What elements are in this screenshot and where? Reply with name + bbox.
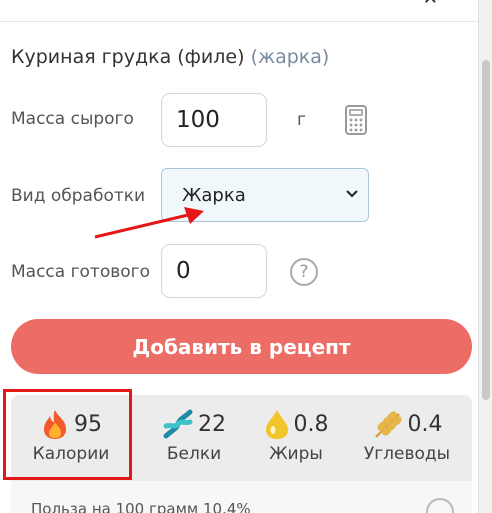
chevron-down-icon bbox=[346, 190, 358, 198]
nutrient-fats: 0.8 Жиры bbox=[251, 407, 341, 464]
help-icon[interactable] bbox=[426, 498, 454, 513]
red-arrow-annotation bbox=[94, 207, 204, 239]
nutrient-proteins: 22 Белки bbox=[139, 407, 249, 464]
wheat-icon bbox=[374, 411, 402, 438]
help-icon[interactable]: ? bbox=[290, 258, 318, 286]
nutrient-value: 0.4 bbox=[407, 411, 443, 437]
cooked-mass-label: Масса готового bbox=[11, 262, 150, 282]
nutrient-carbs: 0.4 Углеводы bbox=[343, 407, 471, 464]
product-name: Куриная грудка (филе) bbox=[11, 46, 245, 68]
benefit-text: Польза на 100 грамм 10.4% bbox=[31, 500, 251, 513]
raw-mass-unit: г bbox=[297, 110, 306, 130]
close-icon[interactable]: ✕ bbox=[423, 0, 438, 9]
scrollbar-thumb[interactable] bbox=[482, 60, 490, 400]
nutrient-label: Белки bbox=[166, 444, 222, 464]
nutrient-value: 0.8 bbox=[293, 411, 329, 437]
add-to-recipe-button[interactable]: Добавить в рецепт bbox=[11, 319, 472, 374]
red-highlight-annotation bbox=[3, 389, 132, 480]
scrollbar[interactable] bbox=[478, 0, 492, 513]
nutrient-label: Жиры bbox=[269, 444, 323, 464]
dna-icon bbox=[163, 409, 193, 439]
calculator-icon[interactable] bbox=[344, 104, 368, 136]
oil-drop-icon bbox=[265, 410, 288, 439]
product-title: Куриная грудка (филе) (жарка) bbox=[11, 46, 329, 68]
header-strip: ✕ bbox=[0, 0, 478, 22]
cooked-mass-input[interactable]: 0 bbox=[161, 244, 267, 298]
raw-mass-input[interactable]: 100 bbox=[161, 93, 267, 147]
product-method-tag: (жарка) bbox=[250, 46, 330, 68]
benefit-strip: Польза на 100 грамм 10.4% bbox=[11, 481, 472, 513]
nutrient-label: Углеводы bbox=[363, 444, 451, 464]
nutrient-value: 22 bbox=[198, 411, 226, 437]
raw-mass-label: Масса сырого bbox=[11, 109, 134, 129]
